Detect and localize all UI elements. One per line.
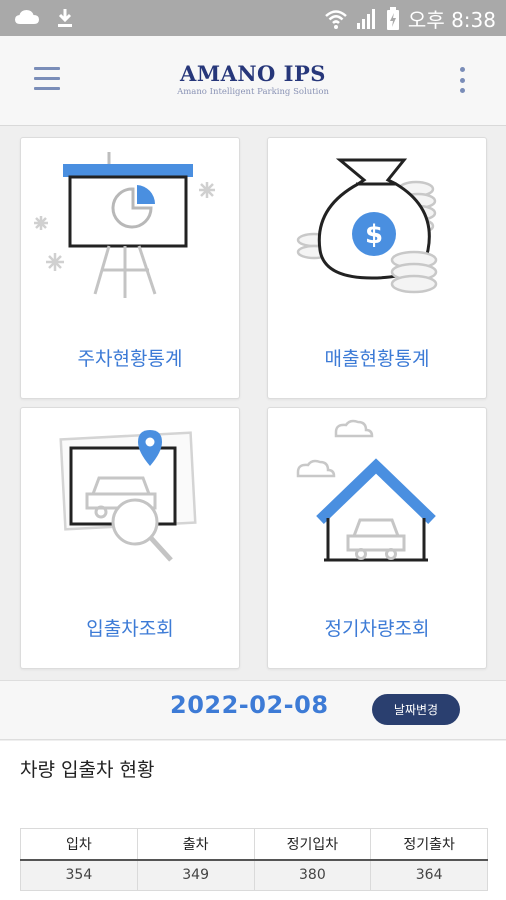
value-regular-exit: 364 [370,859,488,891]
value-regular-entry: 380 [253,859,372,891]
entry-exit-stats-table: 입차 출차 정기입차 정기출차 354 349 380 364 [20,828,488,891]
signal-icon [356,8,375,29]
status-time: 오후 8:38 [407,8,496,32]
brand-name: AMANO IPS [180,61,326,86]
brand-tagline: Amano Intelligent Parking Solution [177,87,329,97]
selected-date: 2022-02-08 [170,691,329,719]
header-entry: 입차 [20,828,138,861]
wifi-icon [325,9,347,29]
date-bar: 2022-02-08 날짜변경 [0,680,506,740]
header-exit: 출차 [136,828,255,861]
svg-text:$: $ [365,220,383,250]
header-regular-entry: 정기입차 [253,828,372,861]
app-logo: AMANO IPS Amano Intelligent Parking Solu… [0,61,506,97]
download-icon [58,9,72,27]
tile-label: 입출차조회 [86,618,174,640]
notification-icons [14,7,74,29]
section-title: 차량 입출차 현황 [20,759,155,781]
table-row: 354 349 380 364 [20,859,488,891]
presentation-chart-icon [34,152,215,298]
tile-entry-exit-lookup[interactable]: 입출차조회 [20,407,240,669]
battery-icon [386,6,399,30]
more-vert-icon[interactable] [460,67,466,93]
money-bag-icon: $ [296,158,438,294]
tile-label: 주차현황통계 [77,348,183,370]
tile-parking-statistics[interactable]: 주차현황통계 [20,137,240,399]
garage-icon [296,419,436,562]
tile-regular-vehicle-lookup[interactable]: 정기차량조회 [267,407,487,669]
tile-sales-statistics[interactable]: $ 매출현황통계 [267,137,487,399]
value-exit: 349 [136,859,255,891]
status-bar: 오후 8:38 [0,0,506,36]
car-search-icon [59,430,197,562]
change-date-button[interactable]: 날짜변경 [372,694,460,725]
value-entry: 354 [20,859,138,891]
header-regular-exit: 정기출차 [370,828,488,861]
tile-label: 정기차량조회 [324,618,430,640]
system-indicators: 오후 8:38 [324,4,496,33]
cloud-icon [15,10,39,24]
tile-label: 매출현황통계 [324,348,430,370]
table-header-row: 입차 출차 정기입차 정기출차 [20,828,488,861]
app-bar: AMANO IPS Amano Intelligent Parking Solu… [0,36,506,126]
section-header: 차량 입출차 현황 [0,741,506,809]
